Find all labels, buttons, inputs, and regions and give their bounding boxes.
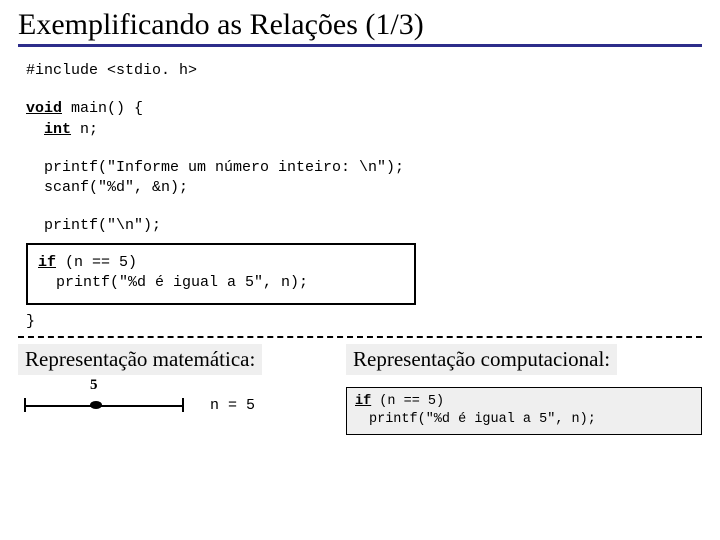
code-main-sig: void main() {	[26, 99, 702, 119]
keyword-int: int	[44, 121, 71, 138]
highlighted-if-box: if (n == 5) printf("%d é igual a 5", n);	[26, 243, 416, 306]
code-printf-nl: printf("\n");	[26, 216, 702, 236]
axis-value: 5	[90, 377, 98, 394]
keyword-void: void	[26, 100, 62, 117]
compbox-if-head: if (n == 5)	[355, 393, 693, 411]
computational-box: if (n == 5) printf("%d é igual a 5", n);	[346, 387, 702, 435]
point-marker	[90, 401, 102, 409]
code-if-head: if (n == 5)	[38, 253, 404, 273]
title-underline	[18, 44, 702, 47]
number-line: 5 n = 5	[24, 393, 318, 417]
slide: Exemplificando as Relações (1/3) #includ…	[0, 0, 720, 540]
comp-column: Representação computacional: if (n == 5)…	[346, 344, 702, 435]
keyword-if: if	[38, 254, 56, 271]
keyword-if-2: if	[355, 394, 371, 409]
math-column: Representação matemática: 5 n = 5	[18, 344, 318, 435]
tick-left	[24, 398, 26, 412]
bottom-row: Representação matemática: 5 n = 5 Repres…	[18, 338, 702, 435]
axis: 5	[24, 393, 184, 417]
code-printf-prompt: printf("Informe um número inteiro: \n");	[26, 158, 702, 178]
code-include: #include <stdio. h>	[26, 61, 702, 81]
code-if-body: printf("%d é igual a 5", n);	[38, 273, 404, 293]
compbox-if-body: printf("%d é igual a 5", n);	[355, 411, 693, 429]
axis-line	[24, 405, 184, 407]
code-close-brace: }	[26, 313, 702, 330]
code-decl: int n;	[26, 120, 702, 140]
math-label: Representação matemática:	[18, 344, 262, 375]
page-title: Exemplificando as Relações (1/3)	[18, 8, 702, 42]
code-block: #include <stdio. h> void main() { int n;…	[18, 61, 702, 305]
tick-right	[182, 398, 184, 412]
equation-text: n = 5	[210, 397, 255, 414]
comp-label: Representação computacional:	[346, 344, 617, 375]
code-scanf: scanf("%d", &n);	[26, 178, 702, 198]
